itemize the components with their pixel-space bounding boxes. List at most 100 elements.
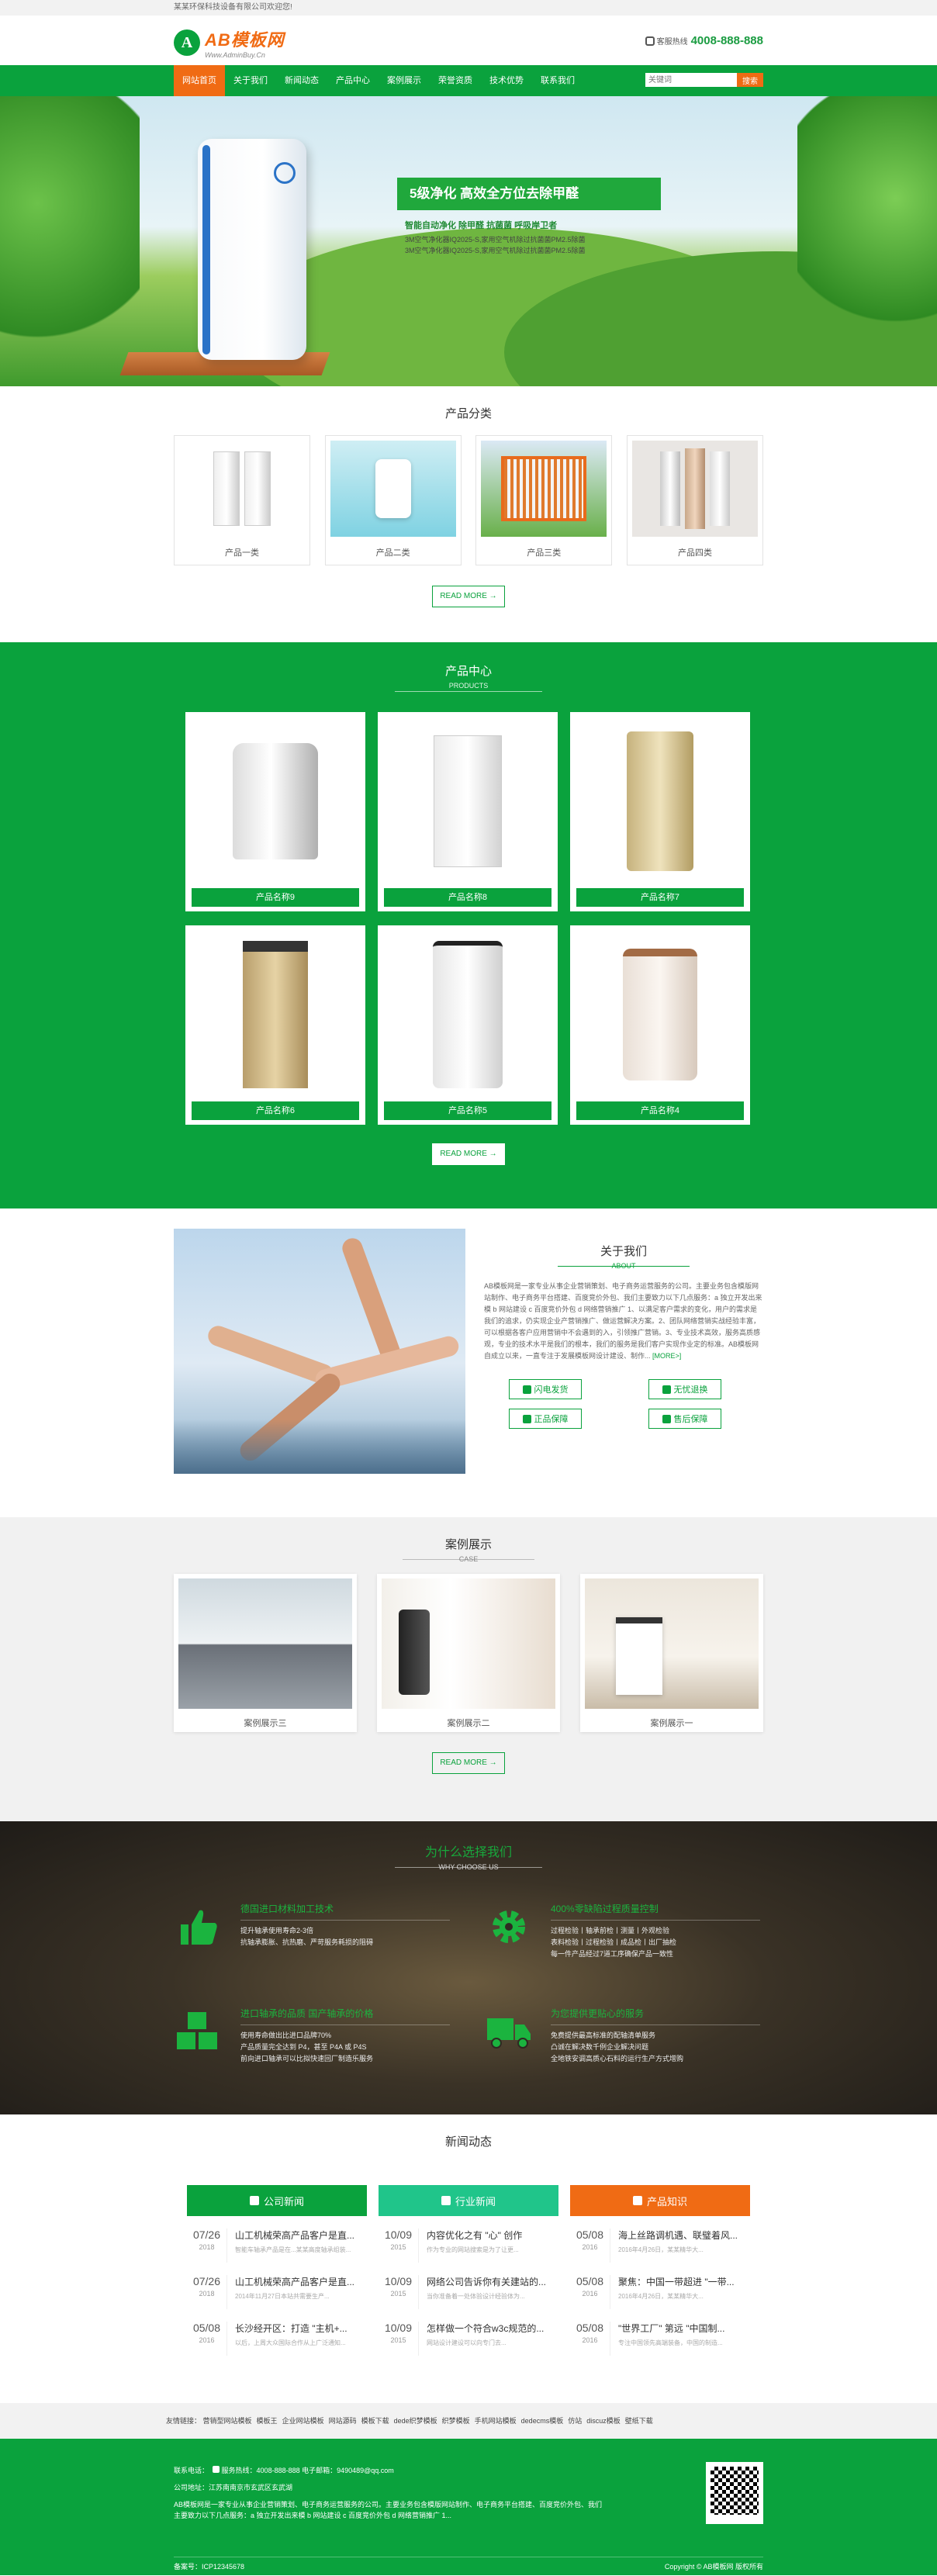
news-column-header[interactable]: 行业新闻: [379, 2185, 558, 2216]
category-card[interactable]: 产品一类: [174, 435, 310, 565]
news-item[interactable]: 10/09 2015 网络公司告诉你有关建站的... 当你准备着一处体验设计经验体为.…: [379, 2275, 558, 2309]
news-column-header[interactable]: 公司新闻: [187, 2185, 367, 2216]
section-title: 为什么选择我们: [424, 1846, 512, 1859]
search-input[interactable]: [645, 73, 737, 87]
nav-item-about[interactable]: 关于我们: [225, 65, 276, 96]
hero-banner[interactable]: 5级净化 高效全方位去除甲醛 智能自动净化 除甲醛 抗菌菌 呼吸岸卫者 3M空气…: [0, 96, 937, 386]
news-title[interactable]: 山工机械荣高产品客户是直...: [235, 2275, 367, 2288]
nav-item-tech[interactable]: 技术优势: [481, 65, 532, 96]
product-card[interactable]: 产品名称7: [570, 712, 750, 911]
section-title: 关于我们: [600, 1245, 647, 1258]
banner-leaves-left: [0, 96, 140, 386]
banner-line: 3M空气净化器IQ2025-S,家用空气机除过抗菌菌PM2.5除菌: [405, 236, 586, 244]
search-button[interactable]: 搜索: [737, 73, 763, 87]
logo[interactable]: A AB模板网 Www.AdminBuy.Cn: [174, 26, 285, 59]
fast-shipping-button[interactable]: 闪电发货: [509, 1379, 582, 1399]
category-card[interactable]: 产品三类: [475, 435, 613, 565]
news-title[interactable]: 网络公司告诉你有关建站的...: [427, 2275, 558, 2288]
nav-search: 搜索: [645, 73, 763, 87]
genuine-guarantee-button[interactable]: 正品保障: [509, 1409, 582, 1429]
news-icon: [441, 2196, 451, 2205]
news-title[interactable]: 内容优化之有 "心" 创作: [427, 2228, 558, 2242]
friend-link[interactable]: 手机网站模板: [475, 2417, 517, 2425]
category-card[interactable]: 产品四类: [626, 435, 763, 565]
news-title[interactable]: 海上丝路调机遇、联璧着风...: [618, 2228, 750, 2242]
service-icon: [662, 1414, 671, 1423]
about-more-link[interactable]: [MORE>]: [652, 1352, 681, 1360]
friend-link[interactable]: discuz模板: [586, 2417, 621, 2425]
product-card[interactable]: 产品名称9: [185, 712, 365, 911]
news-item[interactable]: 07/26 2018 山工机械荣高产品客户是直... 智能车轴承产品是在...某某高度…: [187, 2228, 367, 2263]
news-item[interactable]: 10/09 2015 怎样做一个符合w3c规范的... 网站设计建设可以向专门去...: [379, 2322, 558, 2356]
nav-item-news[interactable]: 新闻动态: [276, 65, 327, 96]
news-summary: 网站设计建设可以向专门去...: [427, 2339, 507, 2346]
nav-item-home[interactable]: 网站首页: [174, 65, 225, 96]
banner-air-purifier-image: [198, 139, 306, 360]
product-card[interactable]: 产品名称4: [570, 925, 750, 1125]
product-image: [384, 718, 551, 884]
news-item[interactable]: 05/08 2016 长沙经开区：打造 "主机+... 以后，上周大众国际合作从上广泛…: [187, 2322, 367, 2356]
products-readmore-button[interactable]: READ MORE →: [432, 1143, 505, 1165]
news-item[interactable]: 10/09 2015 内容优化之有 "心" 创作 作为专业的网站搜索是为了让更...: [379, 2228, 558, 2263]
case-card[interactable]: 案例展示一: [580, 1574, 763, 1732]
news-date: 07/26 2018: [187, 2228, 227, 2263]
product-name: 产品名称5: [384, 1101, 551, 1120]
product-name: 产品名称4: [576, 1101, 744, 1120]
nav-item-contact[interactable]: 联系我们: [532, 65, 583, 96]
friend-link[interactable]: 企业网站模板: [282, 2417, 324, 2425]
friend-link[interactable]: 织梦模板: [442, 2417, 470, 2425]
news-item[interactable]: 07/26 2018 山工机械荣高产品客户是直... 2014年11月27日本站共需要…: [187, 2275, 367, 2309]
friend-link[interactable]: 壁纸下载: [625, 2417, 653, 2425]
section-subtitle: WHY CHOOSE US: [438, 1863, 499, 1871]
friend-link[interactable]: 仿站: [568, 2417, 582, 2425]
friend-link[interactable]: 模板下载: [361, 2417, 389, 2425]
case-card[interactable]: 案例展示二: [377, 1574, 560, 1732]
nav-item-cases[interactable]: 案例展示: [379, 65, 430, 96]
links-label: 友情链接：: [166, 2417, 202, 2425]
friend-link[interactable]: dedecms模板: [521, 2417, 564, 2425]
friend-link[interactable]: 营销型网站模板: [203, 2417, 252, 2425]
product-card[interactable]: 产品名称5: [378, 925, 558, 1125]
main-nav: 网站首页 关于我们 新闻动态 产品中心 案例展示 荣誉资质 技术优势 联系我们 …: [0, 65, 937, 96]
news-item[interactable]: 05/08 2016 海上丝路调机遇、联璧着风... 2016年4月26日，某某精华大…: [570, 2228, 750, 2263]
product-image: [576, 718, 744, 884]
news-title[interactable]: 怎样做一个符合w3c规范的...: [427, 2322, 558, 2335]
nav-item-products[interactable]: 产品中心: [327, 65, 379, 96]
after-sales-button[interactable]: 售后保障: [648, 1409, 721, 1429]
news-title[interactable]: 山工机械荣高产品客户是直...: [235, 2228, 367, 2242]
friend-link[interactable]: 网站源码: [329, 2417, 357, 2425]
category-card[interactable]: 产品二类: [324, 435, 462, 565]
products-section: 产品中心 PRODUCTS 产品名称9 产品名称8 产品名称7 产品名称6 产品…: [0, 642, 937, 1208]
news-item[interactable]: 05/08 2016 "世界工厂" 第远 "中国制... 专注中国领先高端装备，中国的…: [570, 2322, 750, 2356]
why-item: 为您提供更贴心的服务 免费提供最高标准的配轴清单服务 凸诚在解决数千例企业解决问题…: [484, 2007, 763, 2065]
banner-line: 3M空气净化器IQ2025-S,家用空气机除过抗菌菌PM2.5除菌: [405, 247, 586, 254]
news-title[interactable]: 长沙经开区：打造 "主机+...: [235, 2322, 367, 2335]
phone-icon: [213, 2466, 220, 2473]
news-column-header[interactable]: 产品知识: [570, 2185, 750, 2216]
copyright: Copyright © AB模板网 版权所有: [664, 2563, 763, 2571]
news-date: 05/08 2016: [570, 2275, 610, 2309]
case-card[interactable]: 案例展示三: [174, 1574, 357, 1732]
news-item[interactable]: 05/08 2016 聚焦：中国一带超进 "一带... 2016年4月26日，某某精华…: [570, 2275, 750, 2309]
shield-icon: [522, 1414, 531, 1423]
product-card[interactable]: 产品名称8: [378, 712, 558, 911]
category-name: 产品二类: [375, 548, 410, 558]
friend-link[interactable]: dede织梦模板: [394, 2417, 437, 2425]
footer-bottom-bar: 备案号：ICP12345678 Copyright © AB模板网 版权所有: [174, 2557, 763, 2575]
nav-item-honors[interactable]: 荣誉资质: [430, 65, 481, 96]
news-date: 05/08 2016: [187, 2322, 227, 2356]
news-title[interactable]: 聚焦：中国一带超进 "一带...: [618, 2275, 750, 2288]
banner-slogan: 5级净化 高效全方位去除甲醛: [397, 178, 661, 210]
news-title[interactable]: "世界工厂" 第远 "中国制...: [618, 2322, 750, 2335]
friend-link[interactable]: 模板王: [257, 2417, 278, 2425]
logo-subtitle: Www.AdminBuy.Cn: [205, 51, 265, 59]
product-image: [192, 932, 359, 1098]
easy-return-button[interactable]: 无忧退换: [648, 1379, 721, 1399]
product-card[interactable]: 产品名称6: [185, 925, 365, 1125]
cases-readmore-button[interactable]: READ MORE →: [432, 1752, 505, 1774]
categories-readmore-button[interactable]: READ MORE →: [432, 586, 505, 607]
icp-number[interactable]: 备案号：ICP12345678: [174, 2563, 244, 2571]
why-item: 德国进口材料加工技术 提升轴承使用寿命2-3倍 抗轴承膨胀、抗热磨、严苛服务耗损的…: [174, 1902, 453, 1960]
why-heading: 德国进口材料加工技术: [240, 1902, 450, 1921]
qr-code: [706, 2462, 763, 2524]
